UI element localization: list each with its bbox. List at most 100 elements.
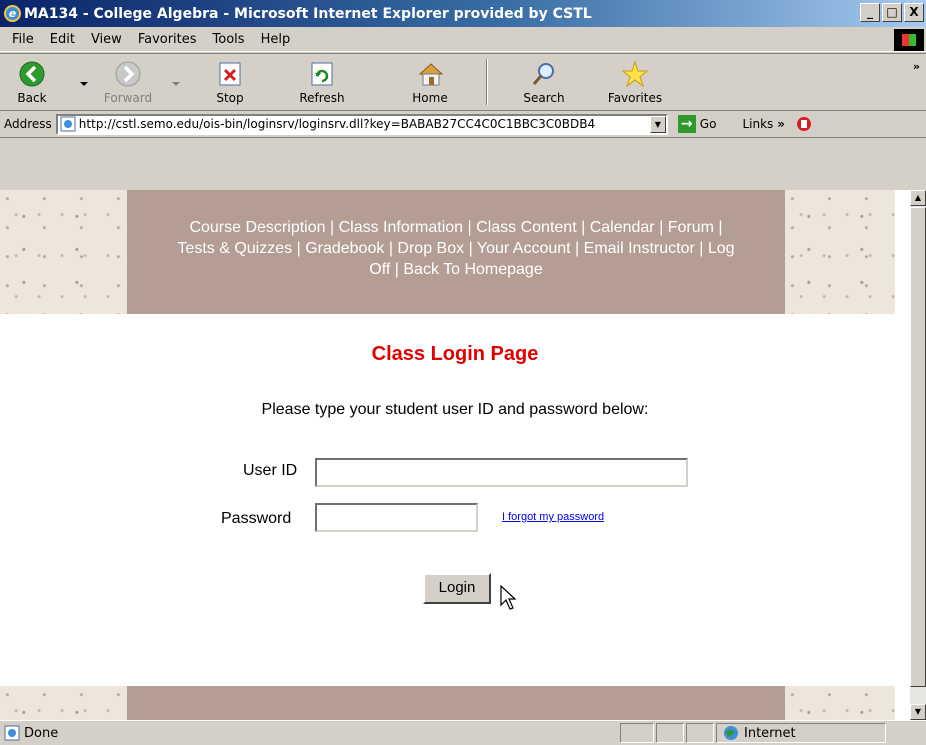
nav-separator: | (329, 219, 335, 236)
nav-separator: | (296, 240, 301, 257)
nav-separator: | (581, 219, 586, 236)
nav-your-account[interactable]: Your Account (477, 240, 571, 257)
search-button[interactable]: Search (492, 54, 596, 110)
address-dropdown-icon[interactable]: ▼ (649, 115, 666, 133)
user-id-label: User ID (243, 462, 298, 479)
menu-view[interactable]: View (83, 32, 130, 47)
footer-band (127, 686, 785, 720)
back-button[interactable]: Back (6, 54, 58, 110)
nav-separator: | (394, 261, 399, 278)
status-bar: Done Internet (0, 720, 926, 745)
menu-edit[interactable]: Edit (42, 32, 83, 47)
paper-texture-left (0, 190, 127, 314)
maximize-button[interactable]: □ (882, 3, 902, 22)
status-pane (656, 723, 684, 743)
nav-course-description[interactable]: Course Description (189, 219, 325, 236)
page-icon (60, 116, 76, 132)
stop-icon (217, 61, 243, 87)
favorites-button[interactable]: Favorites (596, 54, 674, 110)
nav-log-off[interactable]: Log (708, 240, 735, 257)
nav-calendar[interactable]: Calendar (590, 219, 655, 236)
nav-separator: | (388, 240, 393, 257)
home-button[interactable]: Home (378, 54, 482, 110)
back-dropdown-icon[interactable] (80, 82, 88, 86)
paper-texture-right (785, 190, 895, 314)
toolbar-more-icon[interactable]: » (913, 60, 920, 73)
home-icon (417, 61, 443, 87)
nav-log-off-cont[interactable]: Off (369, 261, 390, 278)
vertical-scrollbar[interactable]: ▲ ▼ (910, 190, 926, 720)
menu-help[interactable]: Help (253, 32, 299, 47)
nav-drop-box[interactable]: Drop Box (397, 240, 464, 257)
nav-separator: | (467, 219, 472, 236)
nav-back-to-homepage[interactable]: Back To Homepage (403, 261, 542, 278)
status-pane (620, 723, 654, 743)
page-done-icon (4, 725, 20, 741)
globe-icon (724, 726, 738, 740)
go-button[interactable]: → Go (677, 115, 717, 133)
minimize-button[interactable]: _ (860, 3, 880, 22)
status-pane (686, 723, 714, 743)
standard-toolbar: Back Forward Stop Refresh Home Search Fa… (0, 53, 926, 111)
nav-email-instructor[interactable]: Email Instructor (584, 240, 695, 257)
stop-label: Stop (216, 91, 244, 105)
title-bar: e MA134 - College Algebra - Microsoft In… (0, 0, 926, 27)
toolbar-separator (486, 59, 488, 105)
security-zone: Internet (716, 723, 886, 743)
nav-tests-quizzes[interactable]: Tests & Quizzes (177, 240, 292, 257)
close-button[interactable]: X (904, 3, 924, 22)
window-title: MA134 - College Algebra - Microsoft Inte… (24, 5, 592, 22)
forward-arrow-icon (115, 61, 141, 87)
paper-texture-bottom-left (0, 686, 127, 720)
scroll-up-icon[interactable]: ▲ (910, 190, 926, 206)
refresh-label: Refresh (299, 91, 345, 105)
links-more-icon: » (777, 117, 786, 131)
scroll-thumb[interactable] (910, 207, 926, 687)
scroll-down-icon[interactable]: ▼ (910, 704, 926, 720)
menu-favorites[interactable]: Favorites (130, 32, 205, 47)
go-label: Go (699, 117, 717, 131)
menu-tools[interactable]: Tools (205, 32, 253, 47)
stop-button[interactable]: Stop (194, 54, 266, 110)
refresh-button[interactable]: Refresh (266, 54, 378, 110)
nav-gradebook[interactable]: Gradebook (305, 240, 384, 257)
menu-bar: File Edit View Favorites Tools Help (0, 27, 926, 52)
nav-separator: | (468, 240, 473, 257)
nav-separator: | (699, 240, 704, 257)
windows-logo-icon (894, 29, 924, 51)
favorites-star-icon (622, 61, 648, 87)
nav-separator: | (659, 219, 664, 236)
login-instructions: Please type your student user ID and pas… (261, 401, 649, 418)
forgot-password-link[interactable]: I forgot my password (502, 511, 604, 523)
forward-dropdown-icon[interactable] (172, 82, 180, 86)
nav-separator: | (575, 240, 580, 257)
search-icon (531, 61, 557, 87)
address-label: Address (4, 117, 52, 131)
search-label: Search (523, 91, 565, 105)
page-title: Class Login Page (371, 343, 539, 365)
address-input[interactable]: http://cstl.semo.edu/ois-bin/loginsrv/lo… (55, 113, 668, 135)
zone-label: Internet (744, 725, 796, 741)
login-button[interactable]: Login (423, 573, 491, 604)
address-url: http://cstl.semo.edu/ois-bin/loginsrv/lo… (78, 117, 596, 131)
forward-label: Forward (103, 91, 153, 105)
forward-button[interactable]: Forward (98, 54, 158, 110)
nav-forum[interactable]: Forum (668, 219, 714, 236)
links-button[interactable]: Links » (742, 116, 813, 132)
status-text: Done (24, 725, 59, 741)
paper-texture-bottom-right (785, 686, 895, 720)
user-id-input[interactable] (315, 458, 688, 487)
password-label: Password (221, 510, 292, 527)
ie-logo-icon: e (4, 5, 21, 22)
back-label: Back (17, 91, 47, 105)
go-arrow-icon: → (677, 115, 696, 133)
nav-class-information[interactable]: Class Information (339, 219, 464, 236)
refresh-icon (309, 61, 335, 87)
nav-separator: | (718, 219, 723, 236)
nav-class-content[interactable]: Class Content (476, 219, 577, 236)
menu-file[interactable]: File (4, 32, 42, 47)
home-label: Home (412, 91, 448, 105)
pdf-icon[interactable] (795, 116, 813, 132)
password-input[interactable] (315, 503, 478, 532)
address-bar: Address http://cstl.semo.edu/ois-bin/log… (0, 111, 926, 138)
